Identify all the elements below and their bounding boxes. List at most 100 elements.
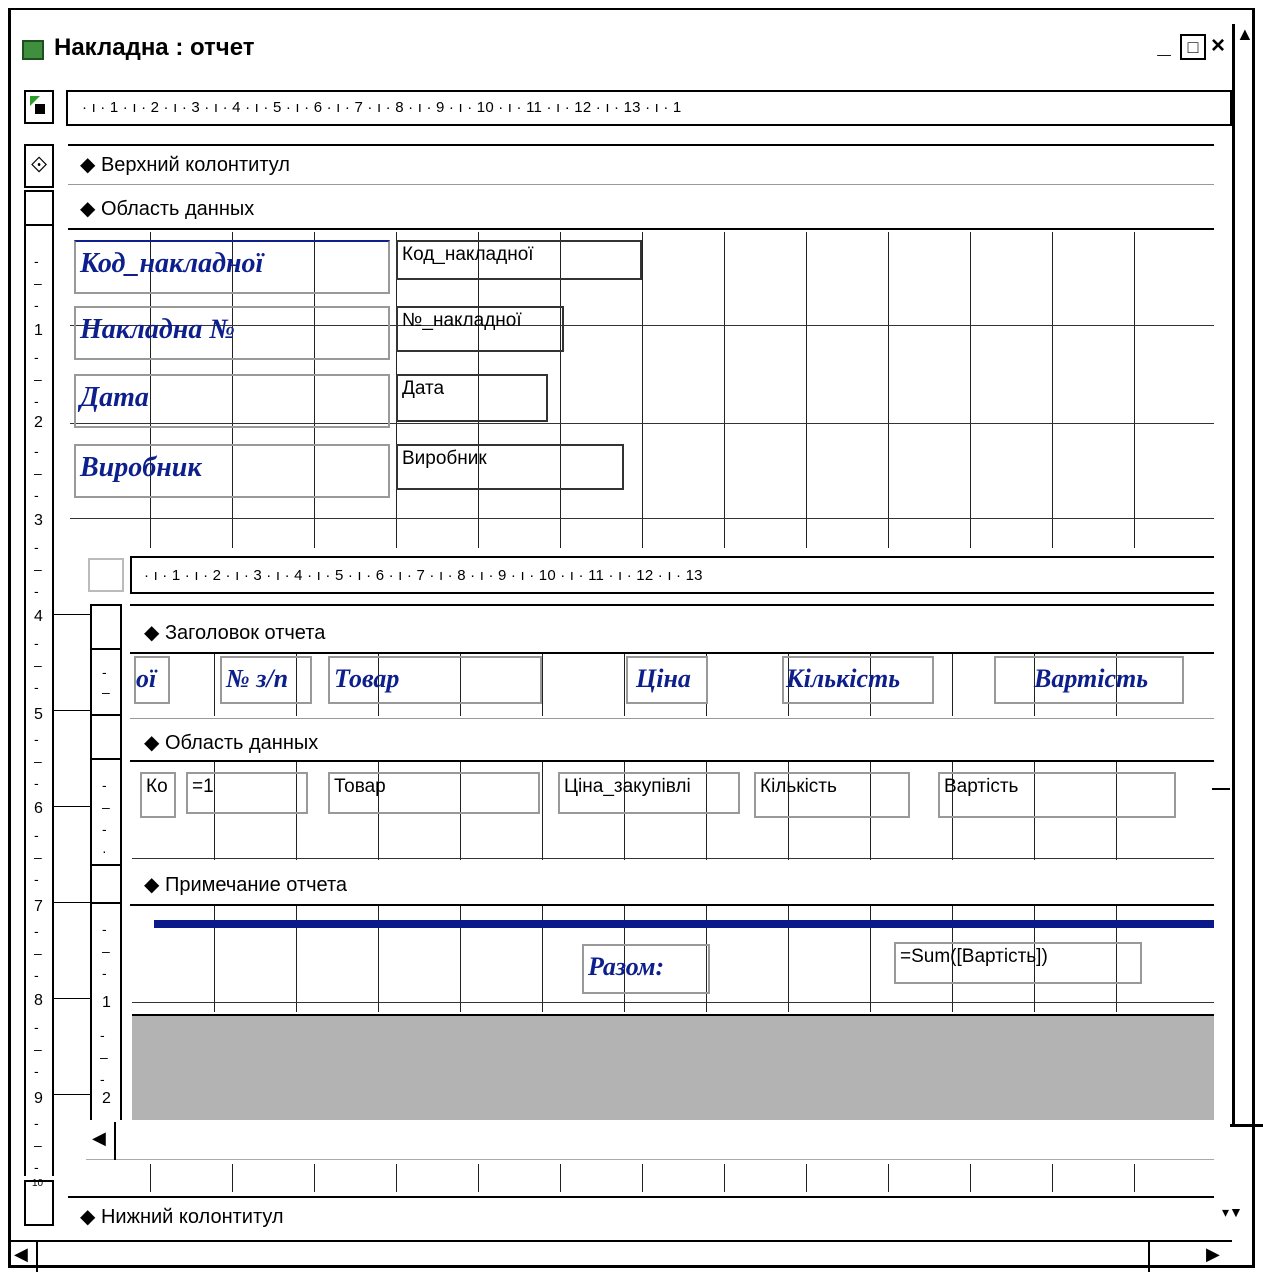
vertical-ruler-ticks: - – -	[34, 253, 42, 313]
subreport-detail-band[interactable]: ◆ Область данных	[144, 730, 318, 755]
ruler-tick	[54, 998, 90, 999]
field-tovar[interactable]: Товар	[328, 772, 540, 814]
ruler-tick	[54, 710, 90, 711]
grid-line	[70, 518, 1214, 519]
vertical-ruler-ticks: - – -	[34, 731, 42, 791]
section-selector-icon[interactable]: ⟐	[24, 144, 54, 188]
grid-line	[542, 654, 543, 716]
report-footer-label: Примечание отчета	[164, 874, 348, 896]
footer-divider-line	[154, 920, 1214, 928]
vertical-scrollbar[interactable]	[1232, 24, 1256, 1124]
vertical-ruler-label: 8	[34, 992, 43, 1009]
ruler-tick	[54, 806, 90, 807]
horizontal-scrollbar[interactable]: ◀ ▶	[10, 1240, 1232, 1272]
subreport-section-selector[interactable]	[90, 864, 122, 904]
field-nomer-formula[interactable]: =1	[186, 772, 308, 814]
grid-line	[970, 1164, 971, 1192]
field-nomer-nakladnoi[interactable]: №_накладної	[396, 306, 564, 352]
grid-line	[132, 858, 1214, 859]
field-cina-zakupivli[interactable]: Ціна_закупівлі	[558, 772, 740, 814]
scroll-left-icon[interactable]: ◀	[14, 1244, 28, 1265]
close-button[interactable]: ×	[1208, 32, 1228, 62]
minimize-button[interactable]: _	[1150, 32, 1178, 62]
grid-line	[1052, 1164, 1053, 1192]
label-nakladna-no: Накладна №	[80, 314, 235, 345]
maximize-button[interactable]: □	[1180, 34, 1206, 60]
section-arrow-icon: ◆	[144, 622, 160, 644]
subreport-ruler: · ı · 1 · ı · 2 · ı · 3 · ı · 4 · ı · 5 …	[130, 556, 1214, 594]
ruler-tick	[54, 614, 90, 615]
subreport-vruler-label: 1	[102, 994, 111, 1011]
subreport-hscroll[interactable]: ◀	[86, 1122, 1214, 1160]
report-selector[interactable]	[24, 90, 54, 124]
subreport-divider	[130, 604, 1214, 606]
section-arrow-icon: ◆	[80, 1206, 96, 1228]
section-divider	[68, 1196, 1214, 1198]
label-data: Дата	[80, 382, 149, 413]
section-divider	[68, 144, 1214, 146]
grid-line	[314, 1164, 315, 1192]
subreport-divider	[130, 652, 1214, 654]
subreport-ruler-ticks: · ı · 1 · ı · 2 · ı · 3 · ı · 4 · ı · 5 …	[144, 567, 703, 584]
grid-line	[396, 1164, 397, 1192]
grid-line	[724, 1164, 725, 1192]
field-kod-nakladnoi[interactable]: Код_накладної	[396, 240, 642, 280]
grid-line	[806, 232, 807, 548]
field-vartist[interactable]: Вартість	[938, 772, 1176, 818]
vertical-ruler-ticks: - – -	[34, 827, 42, 887]
vertical-ruler-ticks: - – -	[34, 1115, 42, 1175]
total-sum-field[interactable]: =Sum([Вартість])	[894, 942, 1142, 984]
subreport-report-footer-band[interactable]: ◆ Примечание отчета	[144, 872, 347, 897]
vertical-ruler-label: 1	[34, 322, 43, 339]
label-vyrobnyk: Виробник	[80, 452, 202, 483]
scroll-right-icon[interactable]: ▶	[1206, 1244, 1220, 1265]
subreport-selector[interactable]	[88, 558, 124, 592]
subreport-section-selector[interactable]	[90, 604, 122, 650]
subreport-divider	[130, 904, 1214, 906]
page-footer-band[interactable]: ◆ Нижний колонтитул	[80, 1204, 284, 1229]
grid-line	[560, 1164, 561, 1192]
vertical-ruler-ticks: - – -	[34, 635, 42, 695]
total-label: Разом:	[588, 952, 665, 981]
header-label-nomer: № з/п	[226, 664, 289, 693]
field-kilkist[interactable]: Кількість	[754, 772, 910, 818]
field-data[interactable]: Дата	[396, 374, 548, 422]
window-title: Накладна : отчет	[54, 34, 255, 61]
grid-line	[624, 654, 625, 716]
detail-band[interactable]: ◆ Область данных	[80, 196, 254, 221]
subreport-section-selector[interactable]	[90, 714, 122, 760]
vertical-ruler-label: 7	[34, 898, 43, 915]
header-label-kod: ої	[136, 664, 157, 693]
scroll-up-icon[interactable]: ▲	[1236, 24, 1254, 45]
scroll-down-icon[interactable]: ▾▼	[1222, 1204, 1243, 1221]
section-selector-detail[interactable]	[24, 190, 54, 226]
field-vyrobnyk[interactable]: Виробник	[396, 444, 624, 490]
vertical-ruler-ticks: - – -	[34, 1019, 42, 1079]
grid-line	[478, 1164, 479, 1192]
vertical-ruler-label: 2	[34, 414, 43, 431]
grid-line	[1134, 232, 1135, 548]
vertical-ruler-ticks: - – -	[34, 923, 42, 983]
header-label-kilkist: Кількість	[786, 664, 901, 693]
section-arrow-icon: ◆	[80, 198, 96, 220]
scroll-left-icon[interactable]: ◀	[92, 1128, 106, 1149]
grid-line	[1134, 1164, 1135, 1192]
grid-line	[888, 232, 889, 548]
subreport-detail-label: Область данных	[164, 732, 319, 754]
subreport-divider	[130, 760, 1214, 762]
scrollbar-end-line	[1230, 1124, 1263, 1127]
header-label-tovar: Товар	[334, 664, 400, 693]
page-header-label: Верхний колонтитул	[100, 154, 290, 176]
grid-line	[150, 1164, 151, 1192]
subreport-vruler-label: 2	[102, 1090, 111, 1107]
vertical-ruler-ticks: - – -	[34, 349, 42, 409]
grid-line	[888, 1164, 889, 1192]
subreport-report-header-band[interactable]: ◆ Заголовок отчета	[144, 620, 325, 645]
grid-line	[232, 1164, 233, 1192]
grid-line	[542, 762, 543, 860]
page-header-band[interactable]: ◆ Верхний колонтитул	[80, 152, 290, 177]
grid-line	[970, 232, 971, 548]
header-label-cina: Ціна	[636, 664, 691, 693]
vertical-ruler-ticks: - – -	[34, 443, 42, 503]
field-kod[interactable]: Ко	[140, 772, 176, 818]
